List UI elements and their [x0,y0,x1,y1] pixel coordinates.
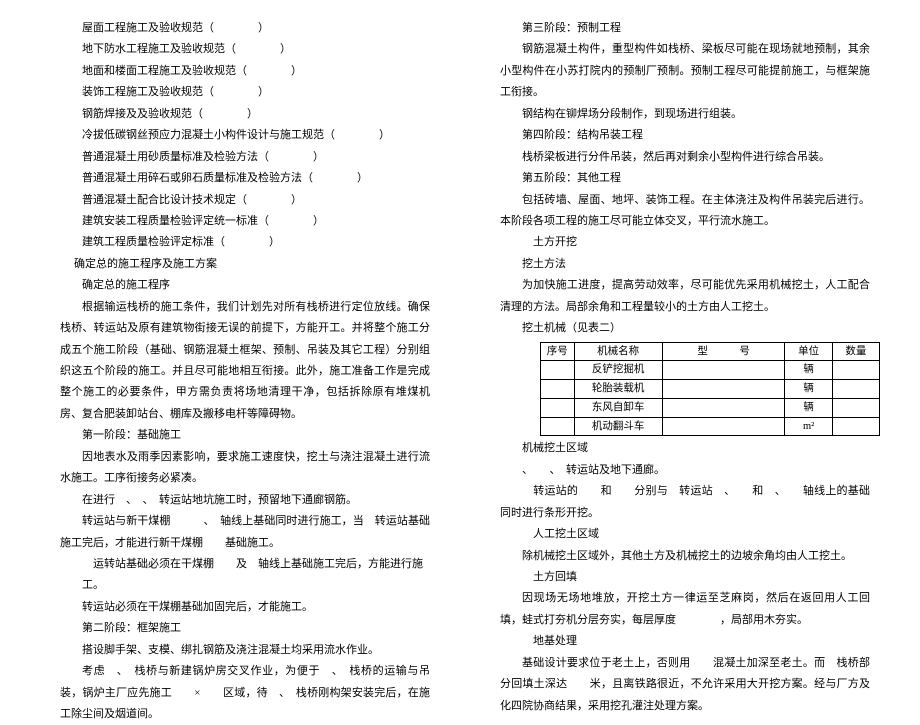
spec-line: 普通混凝土用砂质量标准及检验方法（ ） [60,147,430,168]
sub-heading: 土方回填 [500,567,870,588]
th-seq: 序号 [541,342,575,361]
paragraph: 搭设脚手架、支模、绑扎钢筋及浇注混凝土均采用流水作业。 [60,640,430,661]
paragraph: 栈桥梁板进行分件吊装，然后再对剩余小型构件进行综合吊装。 [500,147,870,168]
phase-heading: 第一阶段：基础施工 [60,425,430,446]
table-row: 反铲挖掘机辆 [541,361,880,380]
paragraph: 钢筋混凝土构件，重型构件如栈桥、梁板尽可能在现场就地预制，其余小型构件在小苏打院… [500,39,870,103]
spec-line: 冷拔低碳钢丝预应力混凝土小构件设计与施工规范（ ） [60,125,430,146]
spec-line: 普通混凝土用碎石或卵石质量标准及检验方法（ ） [60,168,430,189]
paragraph: 转运站与新干煤棚 、 轴线上基础同时进行施工，当 转运站基础施工完后，才能进行新… [60,511,430,554]
spec-line: 屋面工程施工及验收规范（ ） [60,18,430,39]
section-heading: 确定总的施工程序及施工方案 [60,254,430,275]
paragraph: 为加快施工进度，提高劳动效率，尽可能优先采用机械挖土，人工配合清理的方法。局部余… [500,275,870,318]
paragraph: 包括砖墙、屋面、地坪、装饰工程。在主体浇注及构件吊装完后进行。本阶段各项工程的施… [500,190,870,233]
table-row: 轮胎装载机辆 [541,380,880,399]
paragraph: 除机械挖土区域外，其他土方及机械挖土的边坡余角均由人工挖土。 [500,546,870,567]
table-row: 东风自卸车辆 [541,398,880,417]
paragraph: 运转站基础必须在干煤棚 及 轴线上基础施工完后，方能进行施工。 [60,554,430,597]
paragraph: 在进行 、 、 转运站地坑施工时，预留地下通廊钢筋。 [60,490,430,511]
sub-heading: 机械挖土区域 [500,438,870,459]
spec-line: 地下防水工程施工及验收规范（ ） [60,39,430,60]
spec-line: 建筑工程质量检验评定标准（ ） [60,232,430,253]
phase-heading: 第五阶段：其他工程 [500,168,870,189]
spec-line: 钢筋焊接及及验收规范（ ） [60,104,430,125]
paragraph: 基础设计要求位于老土上，否则用 混凝土加深至老土。而 栈桥部分回填土深达 米，且… [500,653,870,717]
paragraph: 转运站必须在干煤棚基础加固完后，才能施工。 [60,597,430,618]
sub-heading: 土方开挖 [500,232,870,253]
paragraph: 根据输运栈桥的施工条件，我们计划先对所有栈桥进行定位放线。确保栈桥、转运站及原有… [60,297,430,426]
paragraph: 钢结构在铆焊场分段制作，到现场进行组装。 [500,104,870,125]
spec-line: 建筑安装工程质量检验评定统一标准（ ） [60,211,430,232]
th-model: 型 号 [662,342,785,361]
sub-heading: 挖土方法 [500,254,870,275]
table-row: 机动翻斗车m² [541,417,880,436]
paragraph: 转运站的 和 分别与 转运站 、 和 、 轴线上的基础同时进行条形开挖。 [500,481,870,524]
th-qty: 数量 [832,342,879,361]
phase-heading: 第四阶段：结构吊装工程 [500,125,870,146]
spec-line: 装饰工程施工及验收规范（ ） [60,82,430,103]
spec-line: 普通混凝土配合比设计技术规定（ ） [60,190,430,211]
sub-heading: 人工挖土区域 [500,524,870,545]
sub-heading: 确定总的施工程序 [60,275,430,296]
th-unit: 单位 [785,342,832,361]
sub-heading: 地基处理 [500,631,870,652]
th-name: 机械名称 [574,342,662,361]
paragraph: 、 、 转运站及地下通廊。 [500,460,870,481]
phase-heading: 第三阶段：预制工程 [500,18,870,39]
paragraph: 因地表水及雨季因素影响，要求施工速度快，挖土与浇注混凝土进行流水施工。工序衔接务… [60,447,430,490]
phase-heading: 第二阶段：框架施工 [60,618,430,639]
machinery-table: 序号 机械名称 型 号 单位 数量 反铲挖掘机辆 轮胎装载机辆 东风自卸车辆 机… [540,342,880,437]
spec-line: 地面和楼面工程施工及验收规范（ ） [60,61,430,82]
paragraph: 因现场无场地堆放，开挖土方一律运至芝麻岗，然后在返回用人工回填，蛙式打夯机分层夯… [500,588,870,631]
table-caption: 挖土机械（见表二） [500,318,870,339]
table-header-row: 序号 机械名称 型 号 单位 数量 [541,342,880,361]
paragraph: 考虑 、 栈桥与新建锅炉房交叉作业，为便于 、 栈桥的运输与吊装，锅炉主厂应先施… [60,661,430,725]
